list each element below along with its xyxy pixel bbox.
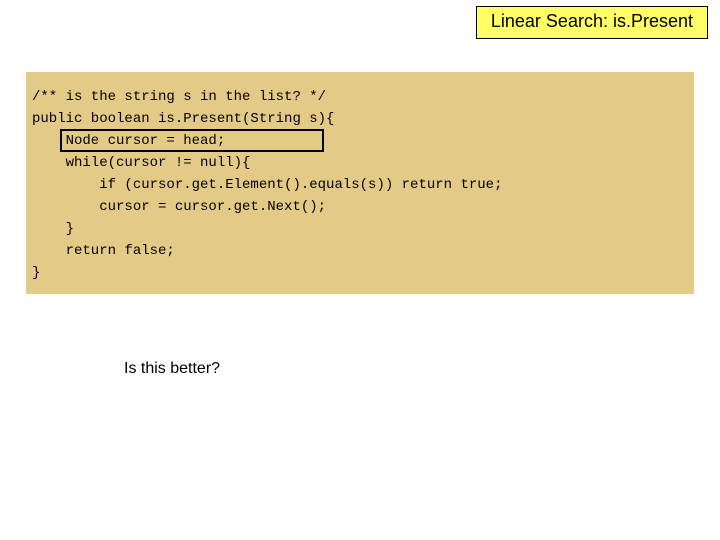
slide-title-box: Linear Search: is.Present (476, 6, 708, 39)
code-line: return false; (32, 240, 688, 262)
code-line: /** is the string s in the list? */ (32, 86, 688, 108)
code-line: } (32, 262, 688, 284)
caption-text: Is this better? (124, 360, 220, 377)
code-line: } (32, 218, 688, 240)
caption: Is this better? (124, 360, 220, 378)
code-line: cursor = cursor.get.Next(); (32, 196, 688, 218)
code-line: while(cursor != null){ (32, 152, 688, 174)
code-line: public boolean is.Present(String s){ (32, 108, 688, 130)
slide: Linear Search: is.Present /** is the str… (0, 0, 720, 540)
code-block: /** is the string s in the list? */ publ… (26, 72, 694, 294)
slide-title: Linear Search: is.Present (491, 11, 693, 31)
code-line: if (cursor.get.Element().equals(s)) retu… (32, 174, 688, 196)
code-line: Node cursor = head; (32, 130, 688, 152)
